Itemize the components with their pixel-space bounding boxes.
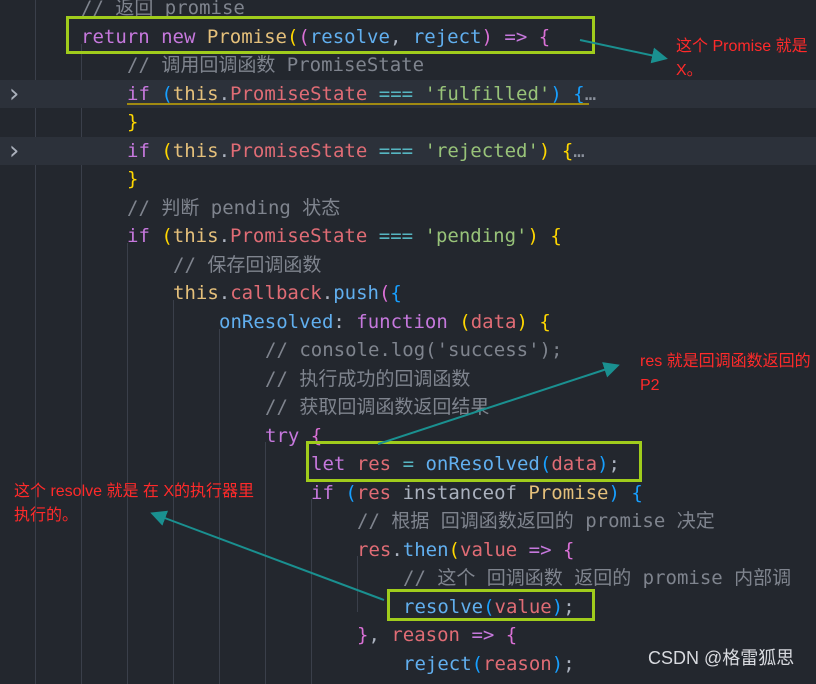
arrow-2 [377, 362, 620, 445]
watermark: CSDN @格雷狐思 [648, 648, 795, 668]
annotation-arrows [150, 39, 668, 601]
annotation-note-promise-x: 这个 Promise 就是 X。 [676, 38, 808, 79]
annotation-note-res-p2: res 就是回调函数返回的 P2 [640, 353, 811, 394]
arrow-1 [579, 39, 668, 64]
annotation-note-resolve: 这个 resolve 就是 在 X的执行器里执行的。 [14, 483, 255, 524]
